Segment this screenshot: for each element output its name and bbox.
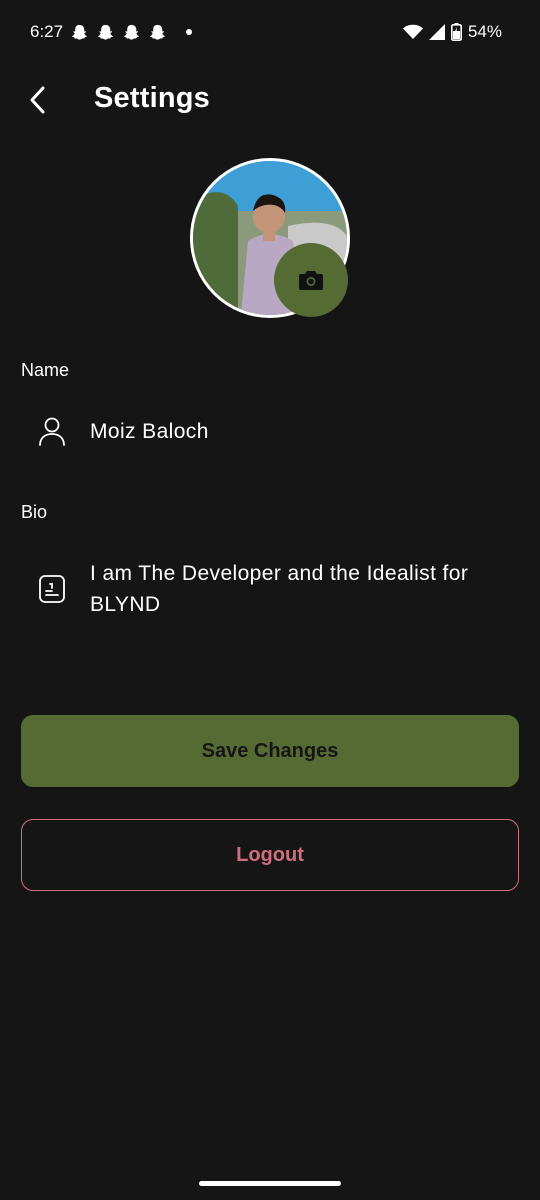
camera-icon: [299, 271, 323, 290]
bio-value: I am The Developer and the Idealist for …: [90, 562, 469, 616]
wifi-icon: [402, 24, 423, 39]
bio-label: Bio: [21, 502, 48, 522]
name-field[interactable]: Moiz Baloch: [36, 415, 209, 447]
snapchat-icon: [97, 24, 114, 40]
home-indicator[interactable]: [199, 1181, 341, 1186]
chevron-left-icon: [30, 86, 45, 114]
name-label: Name: [21, 360, 70, 380]
battery-charging-icon: [450, 23, 462, 41]
logout-button[interactable]: Logout: [21, 819, 519, 891]
clock: 6:27: [30, 22, 64, 41]
bio-field[interactable]: I am The Developer and the Idealist for …: [36, 558, 490, 620]
snapchat-icon: [71, 24, 88, 40]
status-left: 6:27: [30, 22, 193, 42]
cellular-signal-icon: [428, 24, 445, 40]
change-photo-button[interactable]: [274, 243, 348, 317]
person-icon: [36, 415, 68, 447]
battery-percentage: 54%: [467, 22, 502, 41]
app-bar: Settings: [0, 68, 540, 134]
back-button[interactable]: [20, 80, 56, 120]
save-changes-button[interactable]: Save Changes: [21, 715, 519, 787]
snapchat-icon: [123, 24, 140, 40]
status-bar: 6:27 54%: [0, 0, 540, 64]
avatar-container: [190, 158, 350, 318]
note-icon: [36, 573, 68, 605]
name-value: Moiz Baloch: [90, 419, 209, 443]
notification-dot: [186, 29, 193, 35]
page-title: Settings: [94, 82, 210, 114]
status-right: 54%: [402, 22, 502, 42]
snapchat-icon: [149, 24, 166, 40]
